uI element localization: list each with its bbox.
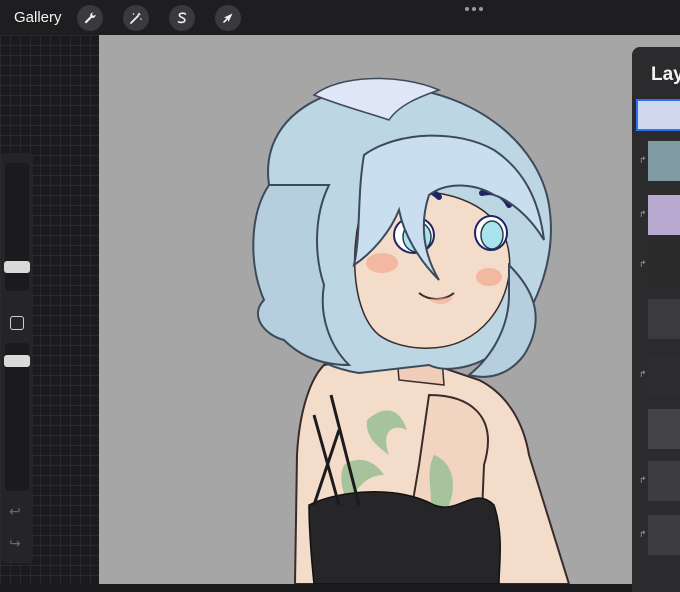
layers-panel-title: Lay [651,64,680,85]
transform-button[interactable] [214,4,241,31]
drawing-canvas[interactable] [99,35,680,584]
character-artwork [252,77,571,584]
layer-row[interactable]: ↱ [632,513,680,557]
layer-thumbnail [648,355,680,395]
brush-size-handle[interactable] [4,261,30,273]
adjustments-button[interactable] [122,4,149,31]
undo-icon[interactable]: ↩ [9,503,21,520]
clipping-mask-icon: ↱ [639,209,647,219]
brush-sidebar: ↩ ↪ [1,153,33,563]
clipping-mask-icon: ↱ [639,475,647,485]
layer-thumbnail [636,99,680,131]
layer-thumbnail [648,515,680,555]
opacity-slider[interactable] [4,343,30,491]
layer-row[interactable]: ↱ [632,243,680,287]
layer-thumbnail [648,195,680,235]
layer-row[interactable] [632,99,680,143]
layer-thumbnail [648,299,680,339]
grabber-dot [472,7,476,11]
gallery-button[interactable]: Gallery [14,9,62,26]
magic-wand-icon [129,11,142,24]
actions-button[interactable] [76,4,103,31]
clipping-mask-icon: ↱ [639,155,647,165]
selection-button[interactable] [168,4,195,31]
layer-row[interactable]: ↱ [632,353,680,397]
grabber-dot [465,7,469,11]
layer-row[interactable]: ↱ [632,193,680,237]
layer-row[interactable] [632,407,680,451]
layer-thumbnail [648,409,680,449]
layer-thumbnail [648,245,680,285]
layer-row[interactable]: ↱ [632,459,680,503]
modify-button[interactable] [10,316,24,330]
layers-panel: Lay ↱ ↱ ↱ ↱ ↱ ↱ [632,47,680,592]
clipping-mask-icon: ↱ [639,529,647,539]
grabber-dot [479,7,483,11]
top-toolbar: Gallery [0,0,680,35]
arrow-cursor-icon [222,13,233,23]
toolbar-grabber[interactable] [465,7,483,11]
layer-thumbnail [648,461,680,501]
clipping-mask-icon: ↱ [639,259,647,269]
brush-size-slider[interactable] [4,163,30,291]
layer-thumbnail [648,141,680,181]
wrench-icon [84,11,96,23]
layer-row[interactable]: ↱ [632,139,680,183]
selection-s-icon [177,11,186,23]
redo-icon[interactable]: ↪ [9,535,21,552]
layer-row[interactable] [632,297,680,341]
clipping-mask-icon: ↱ [639,369,647,379]
opacity-handle[interactable] [4,355,30,367]
